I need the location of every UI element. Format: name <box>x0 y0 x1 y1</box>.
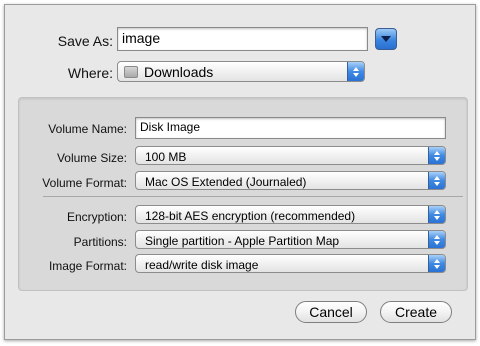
save-dialog: Save As: image Where: Downloads Volume N… <box>4 4 476 340</box>
image-format-popup[interactable]: read/write disk image <box>135 254 446 273</box>
volume-format-popup[interactable]: Mac OS Extended (Journaled) <box>135 171 446 190</box>
popup-arrows-icon <box>347 62 364 81</box>
cancel-button[interactable]: Cancel <box>295 301 367 323</box>
create-button[interactable]: Create <box>380 301 452 323</box>
image-format-value: read/write disk image <box>145 258 259 272</box>
popup-arrows-icon <box>428 255 445 272</box>
save-as-label: Save As: <box>57 33 113 49</box>
downloads-folder-icon <box>124 66 138 78</box>
separator <box>43 196 463 197</box>
popup-arrows-icon <box>428 231 445 248</box>
volume-size-popup[interactable]: 100 MB <box>135 146 446 165</box>
partitions-value: Single partition - Apple Partition Map <box>145 234 340 248</box>
popup-arrows-icon <box>428 172 445 189</box>
where-label: Where: <box>67 65 113 81</box>
disclosure-button[interactable] <box>375 28 397 50</box>
where-popup[interactable]: Downloads <box>117 61 365 82</box>
volume-format-label: Volume Format: <box>42 176 127 190</box>
partitions-popup[interactable]: Single partition - Apple Partition Map <box>135 230 446 249</box>
partitions-label: Partitions: <box>73 235 127 249</box>
volume-size-label: Volume Size: <box>56 151 127 165</box>
volume-name-label: Volume Name: <box>48 122 127 136</box>
encryption-popup[interactable]: 128-bit AES encryption (recommended) <box>135 205 446 224</box>
image-format-label: Image Format: <box>48 259 127 273</box>
save-as-field[interactable]: image <box>117 27 368 51</box>
popup-arrows-icon <box>428 206 445 223</box>
volume-size-value: 100 MB <box>145 150 187 164</box>
where-popup-label: Downloads <box>144 64 214 80</box>
disclosure-triangle-icon <box>381 36 391 42</box>
encryption-value: 128-bit AES encryption (recommended) <box>145 209 356 223</box>
popup-arrows-icon <box>428 147 445 164</box>
encryption-label: Encryption: <box>66 210 127 224</box>
volume-name-field[interactable]: Disk Image <box>135 117 446 139</box>
volume-format-value: Mac OS Extended (Journaled) <box>145 175 307 189</box>
image-options-group: Volume Name: Disk Image Volume Size: 100… <box>18 97 468 291</box>
